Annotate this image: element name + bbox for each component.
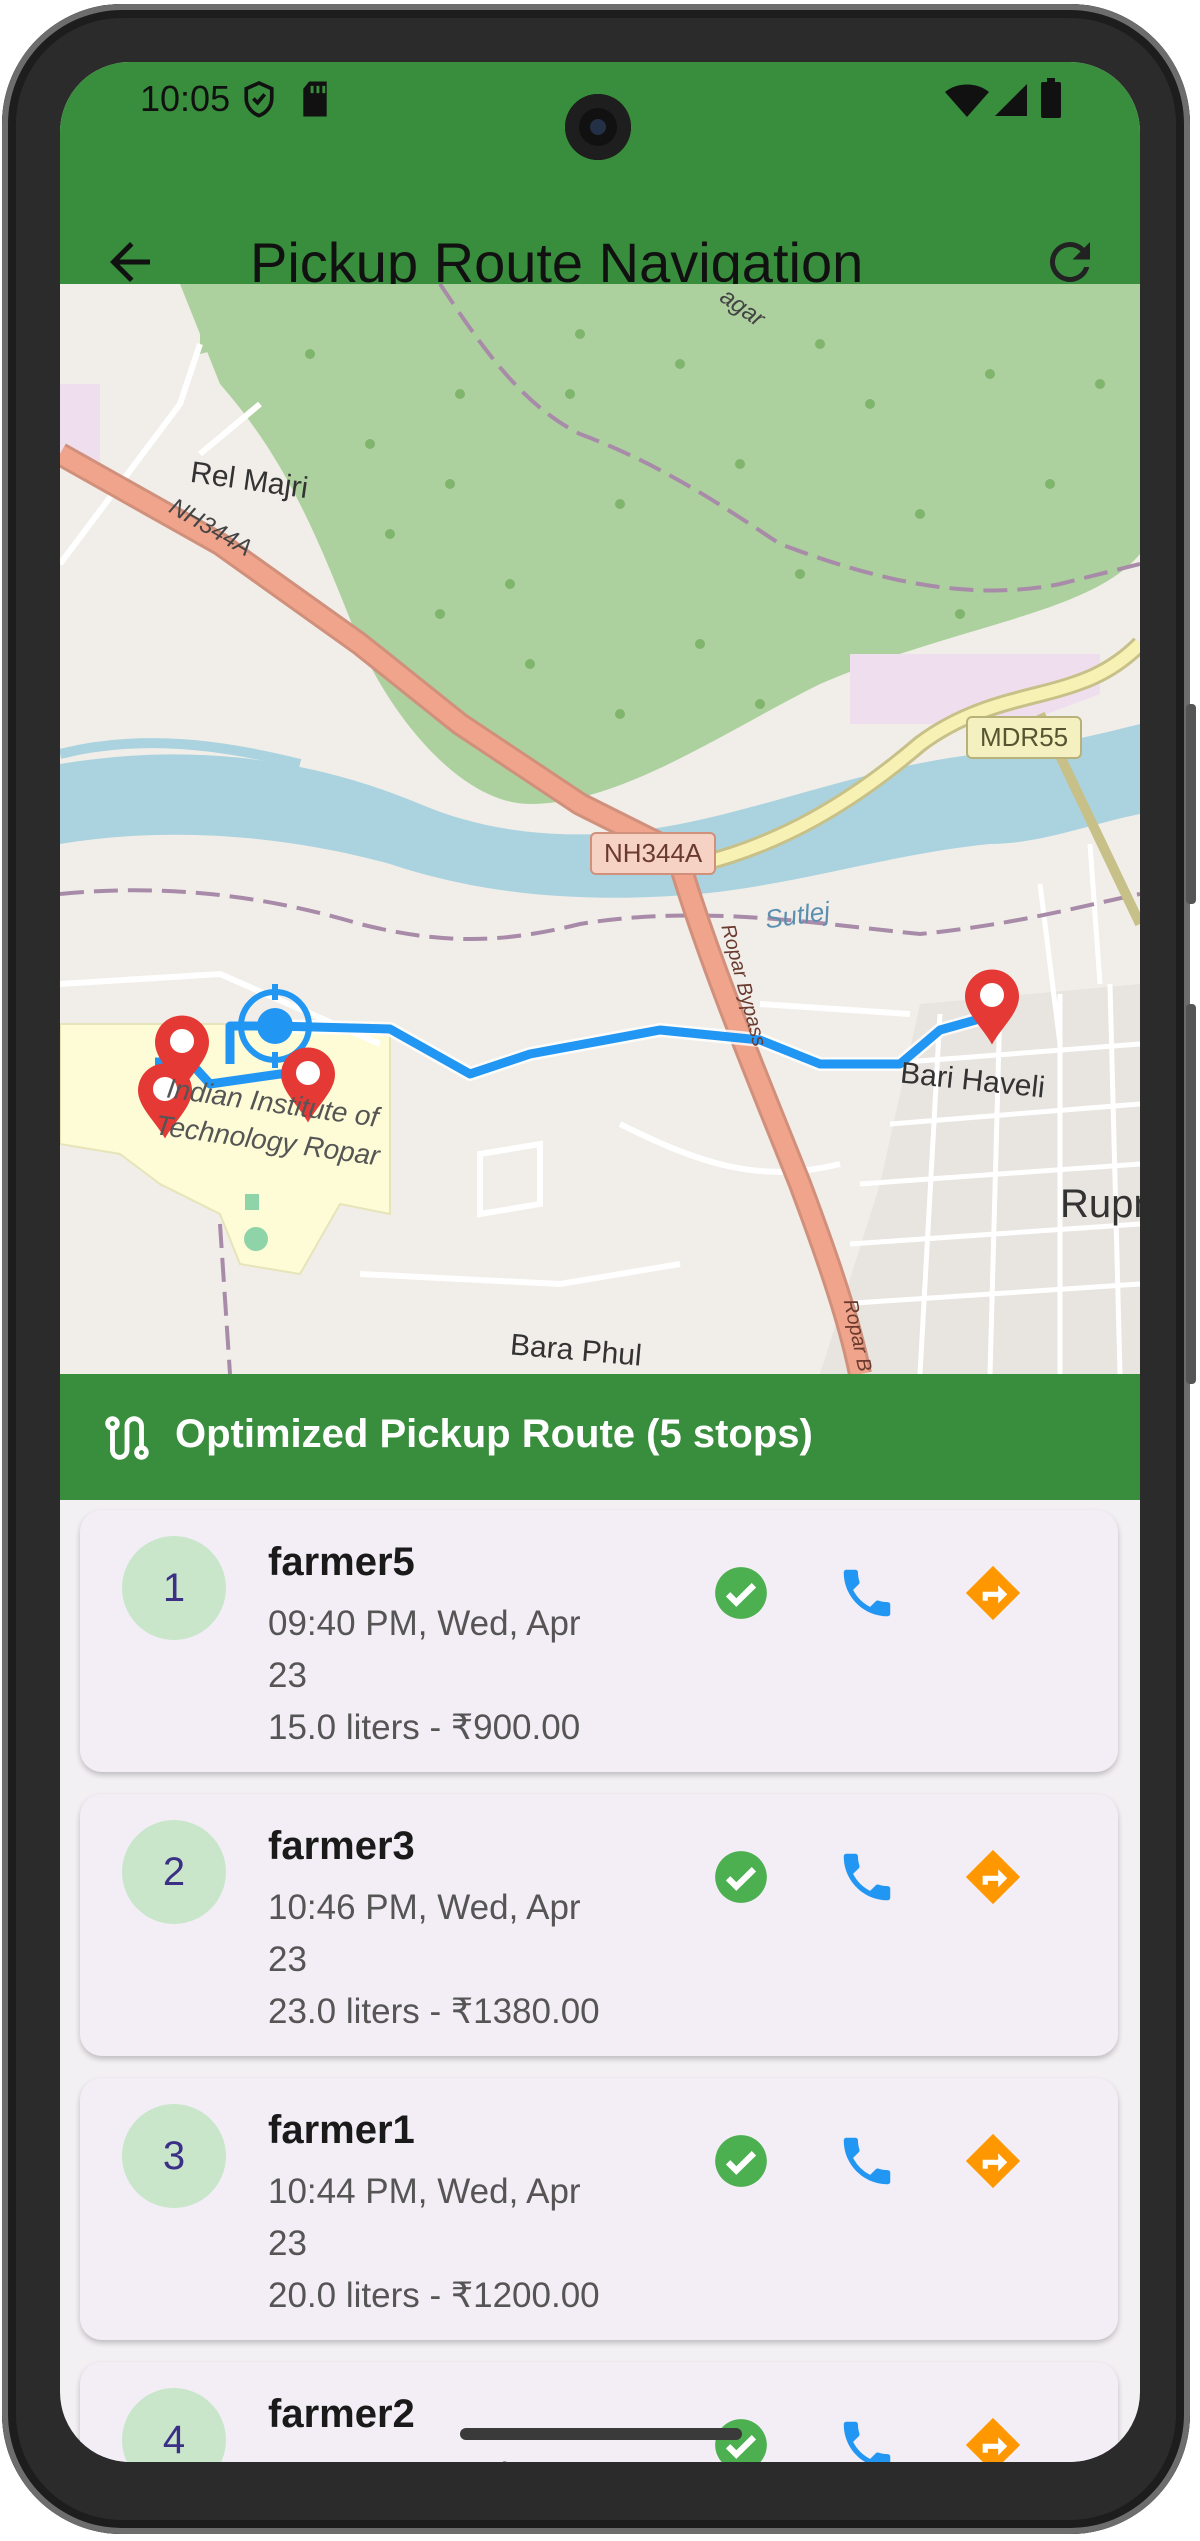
directions-icon [965,2417,1021,2462]
navigate-button[interactable] [962,1562,1024,1624]
refresh-icon [1049,241,1090,282]
stop-number-badge: 1 [122,1536,226,1640]
refresh-button[interactable] [1040,232,1100,292]
stop-number-badge: 4 [122,2388,226,2462]
phone-icon [843,2421,891,2462]
stop-farmer-name: farmer1 [268,2108,415,2152]
call-farmer-button[interactable] [836,1562,898,1624]
map-label-rupnagar: Rupn [1060,1182,1140,1226]
directions-icon [965,1849,1021,1905]
mark-collected-button[interactable] [710,1846,772,1908]
navigate-button[interactable] [962,2414,1024,2462]
stop-farmer-name: farmer5 [268,1540,415,1584]
stop-number-badge: 2 [122,1820,226,1924]
battery-icon [1040,78,1062,123]
stop-number-badge: 3 [122,2104,226,2208]
campus-pond [244,1227,268,1251]
screen: 10:05 Pickup Route Navigation Rel Majri … [60,62,1140,2462]
stop-details: 10:44 PM, Wed, Apr 23 20.0 liters - ₹120… [268,2166,628,2322]
route-icon [105,1416,149,1460]
stop-list[interactable]: 1 farmer5 09:40 PM, Wed, Apr 23 15.0 lit… [60,1500,1140,2462]
map-tiles [60,284,1140,1374]
stop-time: 10:44 PM, Wed, Apr 23 [268,2172,581,2263]
phone-icon [843,2137,891,2185]
call-farmer-button[interactable] [836,2414,898,2462]
phone-icon [843,1569,891,1617]
stop-card[interactable]: 3 farmer1 10:44 PM, Wed, Apr 23 20.0 lit… [80,2078,1118,2340]
check-circle-icon [715,1567,767,1619]
pickup-marker-icon[interactable] [962,968,1022,1046]
front-camera [565,94,631,160]
status-time: 10:05 [140,78,231,119]
mark-collected-button[interactable] [710,2130,772,2192]
phone-frame: 10:05 Pickup Route Navigation Rel Majri … [2,4,1196,2534]
stop-time: 10:45 PM, Wed, Apr 23 [268,2450,628,2462]
stop-farmer-name: farmer3 [268,1824,415,1868]
call-farmer-button[interactable] [836,2130,898,2192]
stop-time: 09:40 PM, Wed, Apr 23 [268,1604,581,1695]
gesture-navigation-bar[interactable] [460,2428,742,2440]
sd-card-icon [300,80,330,123]
back-button[interactable] [100,232,160,292]
shield-icon [242,80,276,125]
route-map[interactable]: Rel Majri NH344A agar NH344A MDR55 Sutle… [60,284,1140,1374]
ropar-bypass-road [671,861,869,1374]
check-circle-icon [715,1851,767,1903]
check-circle-icon [715,2135,767,2187]
stop-volume: 23.0 liters - ₹1380.00 [268,1992,600,2031]
stop-details: 10:46 PM, Wed, Apr 23 23.0 liters - ₹138… [268,1882,628,2038]
stop-card[interactable]: 2 farmer3 10:46 PM, Wed, Apr 23 23.0 lit… [80,1794,1118,2056]
phone-icon [843,1853,891,1901]
boundary-line-3 [218,1223,232,1374]
campus-garden [245,1194,259,1210]
directions-icon [965,2133,1021,2189]
stop-farmer-name: farmer2 [268,2392,415,2436]
volume-button [1186,704,1196,904]
stop-volume: 15.0 liters - ₹900.00 [268,1708,581,1747]
stop-details: 10:45 PM, Wed, Apr 23 [268,2450,628,2462]
wifi-icon [945,84,989,123]
mark-collected-button[interactable] [710,1562,772,1624]
stop-volume: 20.0 liters - ₹1200.00 [268,2276,600,2315]
route-summary-header: Optimized Pickup Route (5 stops) [60,1374,1140,1500]
power-button [1186,1004,1196,1384]
call-farmer-button[interactable] [836,1846,898,1908]
stop-card[interactable]: 4 farmer2 10:45 PM, Wed, Apr 23 [80,2362,1118,2462]
arrow-back-icon [110,242,150,282]
route-summary-title: Optimized Pickup Route (5 stops) [175,1412,813,1456]
navigate-button[interactable] [962,2130,1024,2192]
stop-time: 10:46 PM, Wed, Apr 23 [268,1888,581,1979]
stop-details: 09:40 PM, Wed, Apr 23 15.0 liters - ₹900… [268,1598,628,1754]
road-badge-mdr55: MDR55 [966,716,1083,759]
signal-icon [993,82,1029,123]
navigate-button[interactable] [962,1846,1024,1908]
directions-icon [965,1565,1021,1621]
stop-card[interactable]: 1 farmer5 09:40 PM, Wed, Apr 23 15.0 lit… [80,1510,1118,1772]
road-badge-nh344a: NH344A [590,832,717,875]
